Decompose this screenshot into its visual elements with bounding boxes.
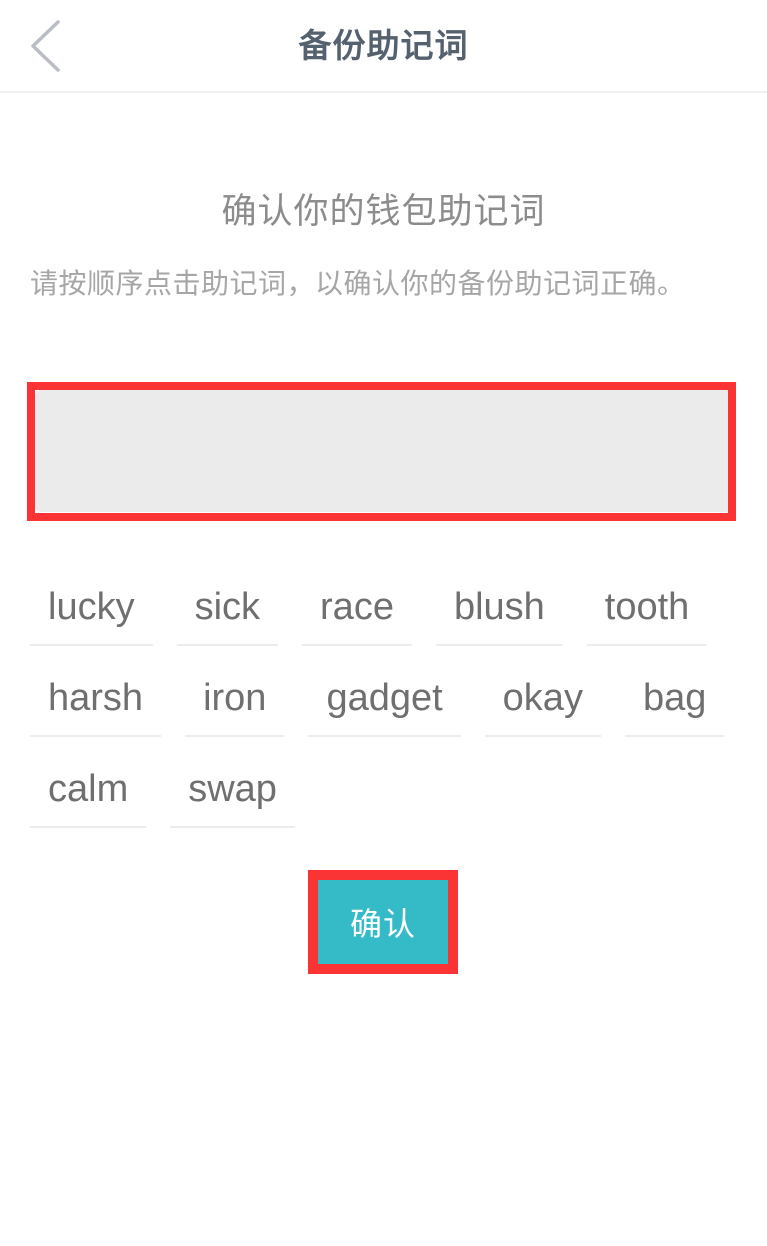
page-description: 请按顺序点击助记词，以确认你的备份助记词正确。	[30, 268, 686, 299]
app-header: 备份助记词	[0, 0, 767, 93]
word-chip[interactable]: swap	[170, 760, 295, 828]
word-chip[interactable]: harsh	[30, 669, 162, 737]
word-chip[interactable]: okay	[484, 669, 601, 737]
word-chip[interactable]: race	[302, 578, 412, 646]
word-chip[interactable]: lucky	[30, 578, 153, 646]
word-chip[interactable]: sick	[176, 578, 279, 646]
word-chip[interactable]: iron	[185, 669, 285, 737]
word-chip[interactable]: gadget	[308, 669, 461, 737]
word-bank-row: calm swap	[30, 760, 740, 851]
word-bank: lucky sick race blush tooth harsh iron g…	[30, 578, 740, 851]
selected-words-panel[interactable]	[35, 390, 733, 512]
word-bank-row: lucky sick race blush tooth	[30, 578, 740, 669]
word-chip[interactable]: bag	[624, 669, 725, 737]
header-title: 备份助记词	[298, 27, 469, 64]
word-bank-row: harsh iron gadget okay bag	[30, 669, 740, 760]
word-chip[interactable]: tooth	[586, 578, 708, 646]
confirm-button[interactable]: 确认	[318, 880, 448, 964]
word-chip[interactable]: blush	[435, 578, 563, 646]
page-title: 确认你的钱包助记词	[221, 192, 546, 231]
word-chip[interactable]: calm	[30, 760, 147, 828]
